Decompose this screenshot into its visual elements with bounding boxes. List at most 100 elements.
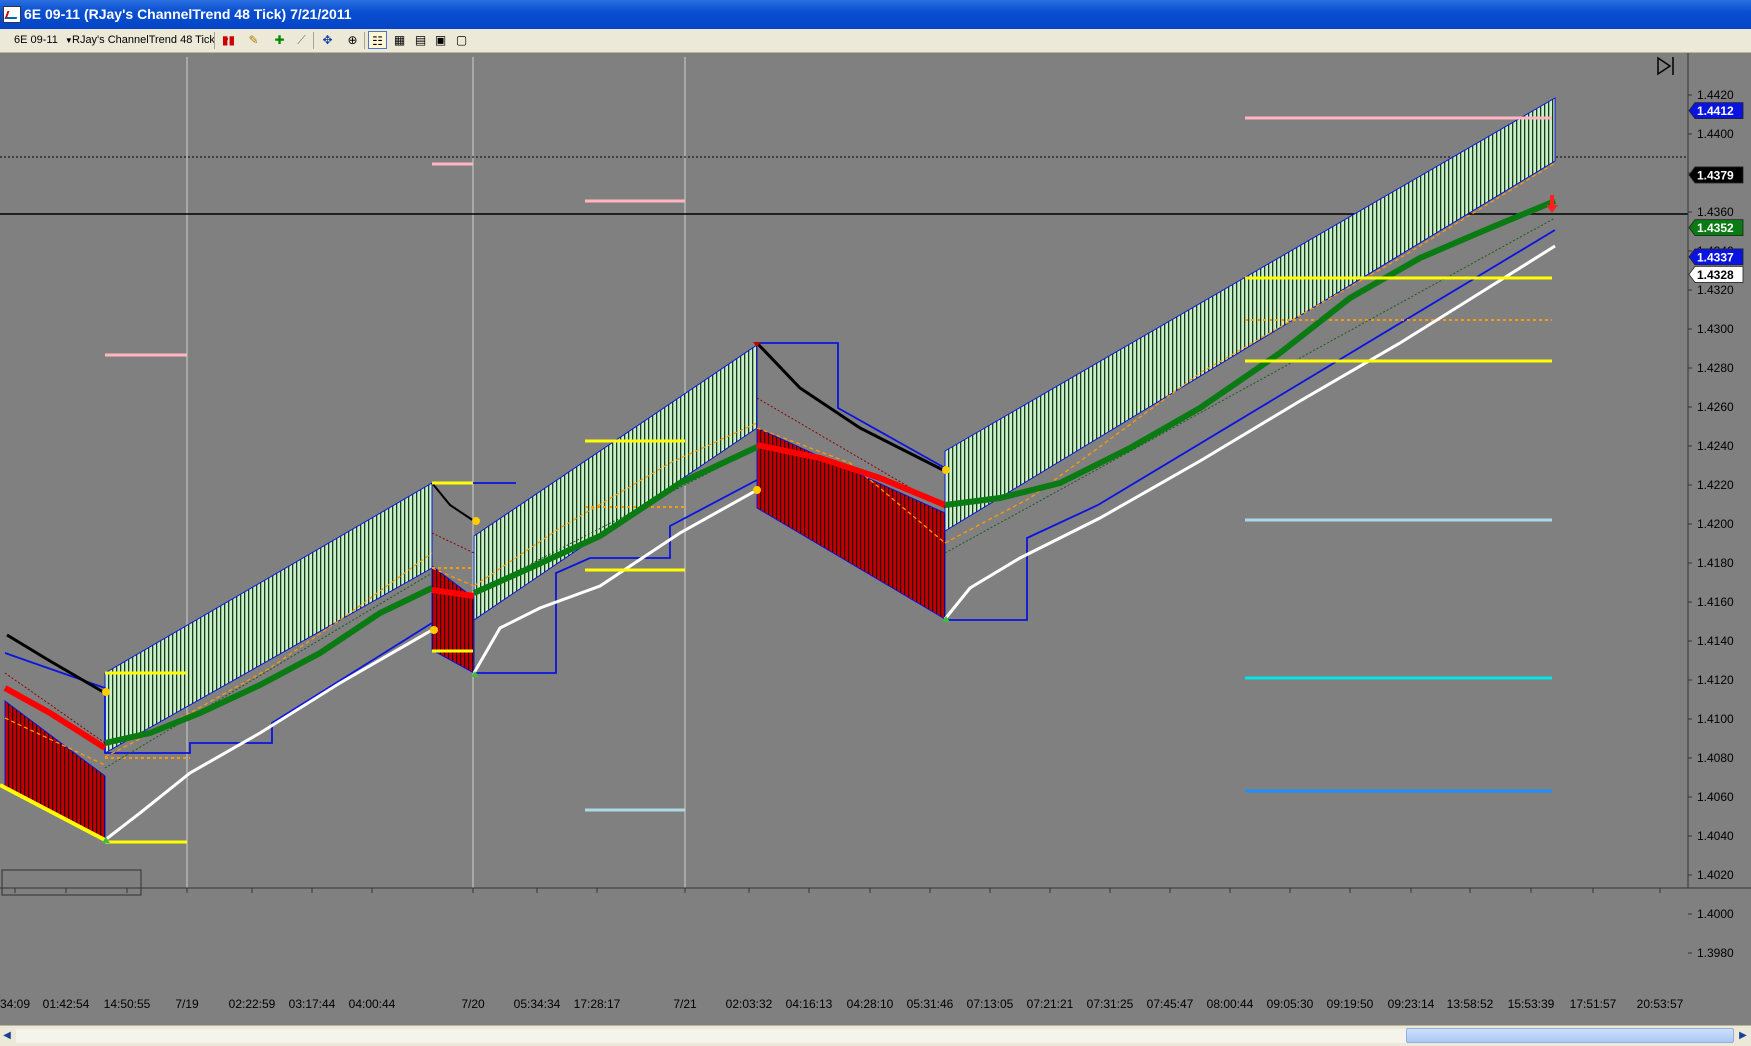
instrument-list-icon: ▤ [414,33,427,47]
price-marker-label: 1.4412 [1697,104,1734,118]
signal-dot [942,466,950,474]
zoom-button[interactable]: ⊕ [343,31,362,49]
time-tick-label: 08:00:44 [1207,997,1254,1011]
chart-toolbar: 6E 09-11 ▼ RJay's ChannelTrend 48 Tick ▼… [0,29,1751,53]
bar-style-button[interactable]: ▮▮ [219,31,238,49]
chart-app-icon [3,6,21,23]
chart-trader-button[interactable]: ▣ [431,31,450,49]
period-selector[interactable]: RJay's ChannelTrend 48 Tick ▼ [72,29,230,51]
time-tick-label: 14:50:55 [104,997,151,1011]
time-tick-label: 34:09 [0,997,30,1011]
strategy-icon: ⟋ [297,33,306,47]
price-marker: 1.4352 [1688,219,1744,237]
signal-dot [102,688,110,696]
price-tick-label: 1.4220 [1697,478,1734,492]
instrument-label: 6E 09-11 [14,34,58,46]
time-tick-label: 01:42:54 [43,997,90,1011]
time-tick-label: 17:51:57 [1570,997,1617,1011]
time-tick-label: 7/21 [673,997,697,1011]
period-label: RJay's ChannelTrend 48 Tick [72,34,215,46]
signal-dot [472,517,480,525]
price-tick-label: 1.4060 [1697,790,1734,804]
price-tick-label: 1.4100 [1697,712,1734,726]
price-tick-label: 1.4260 [1697,400,1734,414]
pencil-draw-icon: ✎ [248,33,259,47]
price-tick-label: 1.4400 [1697,127,1734,141]
time-tick-label: 05:31:46 [907,997,954,1011]
price-tick-label: 1.4000 [1697,907,1734,921]
toolbar-divider [214,32,215,49]
time-tick-label: 04:28:10 [847,997,894,1011]
time-tick-label: 04:16:13 [786,997,833,1011]
price-tick-label: 1.4240 [1697,439,1734,453]
price-marker-label: 1.4328 [1697,268,1734,282]
price-tick-label: 1.4300 [1697,322,1734,336]
time-tick-label: 07:31:25 [1087,997,1134,1011]
price-tick-label: 1.4420 [1697,88,1734,102]
time-tick-label: 13:58:52 [1447,997,1494,1011]
strategies-button[interactable]: ⟋ [292,31,311,49]
data-box-button[interactable]: ▦ [390,31,409,49]
time-tick-label: 02:22:59 [229,997,276,1011]
data-box-icon: ▦ [393,33,406,47]
price-tick-label: 1.4020 [1697,868,1734,882]
indicators-button[interactable]: ✚ [270,31,289,49]
price-tick-label: 1.4160 [1697,595,1734,609]
price-tick-label: 1.4200 [1697,517,1734,531]
scroll-left-button[interactable]: ◀ [0,1028,14,1043]
price-tick-label: 1.3980 [1697,946,1734,960]
price-marker-label: 1.4379 [1697,168,1734,182]
price-tick-label: 1.4320 [1697,283,1734,297]
signal-dot [753,486,761,494]
instrument-list-button[interactable]: ▤ [411,31,430,49]
time-tick-label: 07:13:05 [967,997,1014,1011]
time-tick-label: 20:53:57 [1637,997,1684,1011]
zoom-icon: ⊕ [347,33,358,47]
time-tick-label: 02:03:32 [726,997,773,1011]
crosshair-icon: ✥ [322,33,333,47]
instrument-selector[interactable]: 6E 09-11 ▼ [14,29,73,51]
time-tick-label: 07:45:47 [1147,997,1194,1011]
price-marker: 1.4379 [1688,166,1744,184]
horizontal-scrollbar[interactable]: ◀ ▶ [0,1025,1751,1046]
time-tick-label: 09:19:50 [1327,997,1374,1011]
time-tick-label: 09:23:14 [1388,997,1435,1011]
crosshair-button[interactable]: ✥ [318,31,337,49]
time-tick-label: 7/20 [461,997,485,1011]
price-tick-label: 1.4360 [1697,205,1734,219]
window-icon: ▢ [455,33,468,47]
price-marker: 1.4337 [1688,248,1744,266]
time-tick-label: 03:17:44 [289,997,336,1011]
time-tick-label: 7/19 [175,997,199,1011]
signal-dot [430,626,438,634]
price-marker-label: 1.4337 [1697,250,1734,264]
price-marker: 1.4412 [1688,102,1744,119]
time-tick-label: 07:21:21 [1027,997,1074,1011]
scroll-right-button[interactable]: ▶ [1736,1028,1750,1043]
time-tick-label: 09:05:30 [1267,997,1314,1011]
time-tick-label: 04:00:44 [349,997,396,1011]
toolbar-divider [364,32,365,49]
time-tick-label: 05:34:34 [514,997,561,1011]
time-tick-label: 17:28:17 [574,997,621,1011]
price-tick-label: 1.4280 [1697,361,1734,375]
price-marker: 1.4328 [1688,265,1744,283]
window-icon: ▣ [434,33,447,47]
properties-button[interactable]: ☷ [368,31,387,49]
price-tick-label: 1.4180 [1697,556,1734,570]
price-tick-label: 1.4120 [1697,673,1734,687]
toolbar-divider [313,32,314,49]
window-title: 6E 09-11 (RJay's ChannelTrend 48 Tick) 7… [24,6,352,22]
properties-icon: ☷ [372,34,383,48]
price-tick-label: 1.4140 [1697,634,1734,648]
draw-tool-button[interactable]: ✎ [244,31,263,49]
add-indicator-icon: ✚ [274,33,285,47]
price-marker-label: 1.4352 [1697,221,1734,235]
bar-style-icon: ▮▮ [221,33,236,47]
price-chart[interactable]: 1.44201.44001.43801.43601.43401.43201.43… [0,53,1751,1025]
chart-window-button[interactable]: ▢ [452,31,471,49]
chart-plot-area[interactable] [0,53,1751,1025]
time-tick-label: 15:53:39 [1508,997,1555,1011]
scroll-thumb[interactable] [1406,1028,1734,1043]
window-title-bar: 6E 09-11 (RJay's ChannelTrend 48 Tick) 7… [0,0,1751,29]
